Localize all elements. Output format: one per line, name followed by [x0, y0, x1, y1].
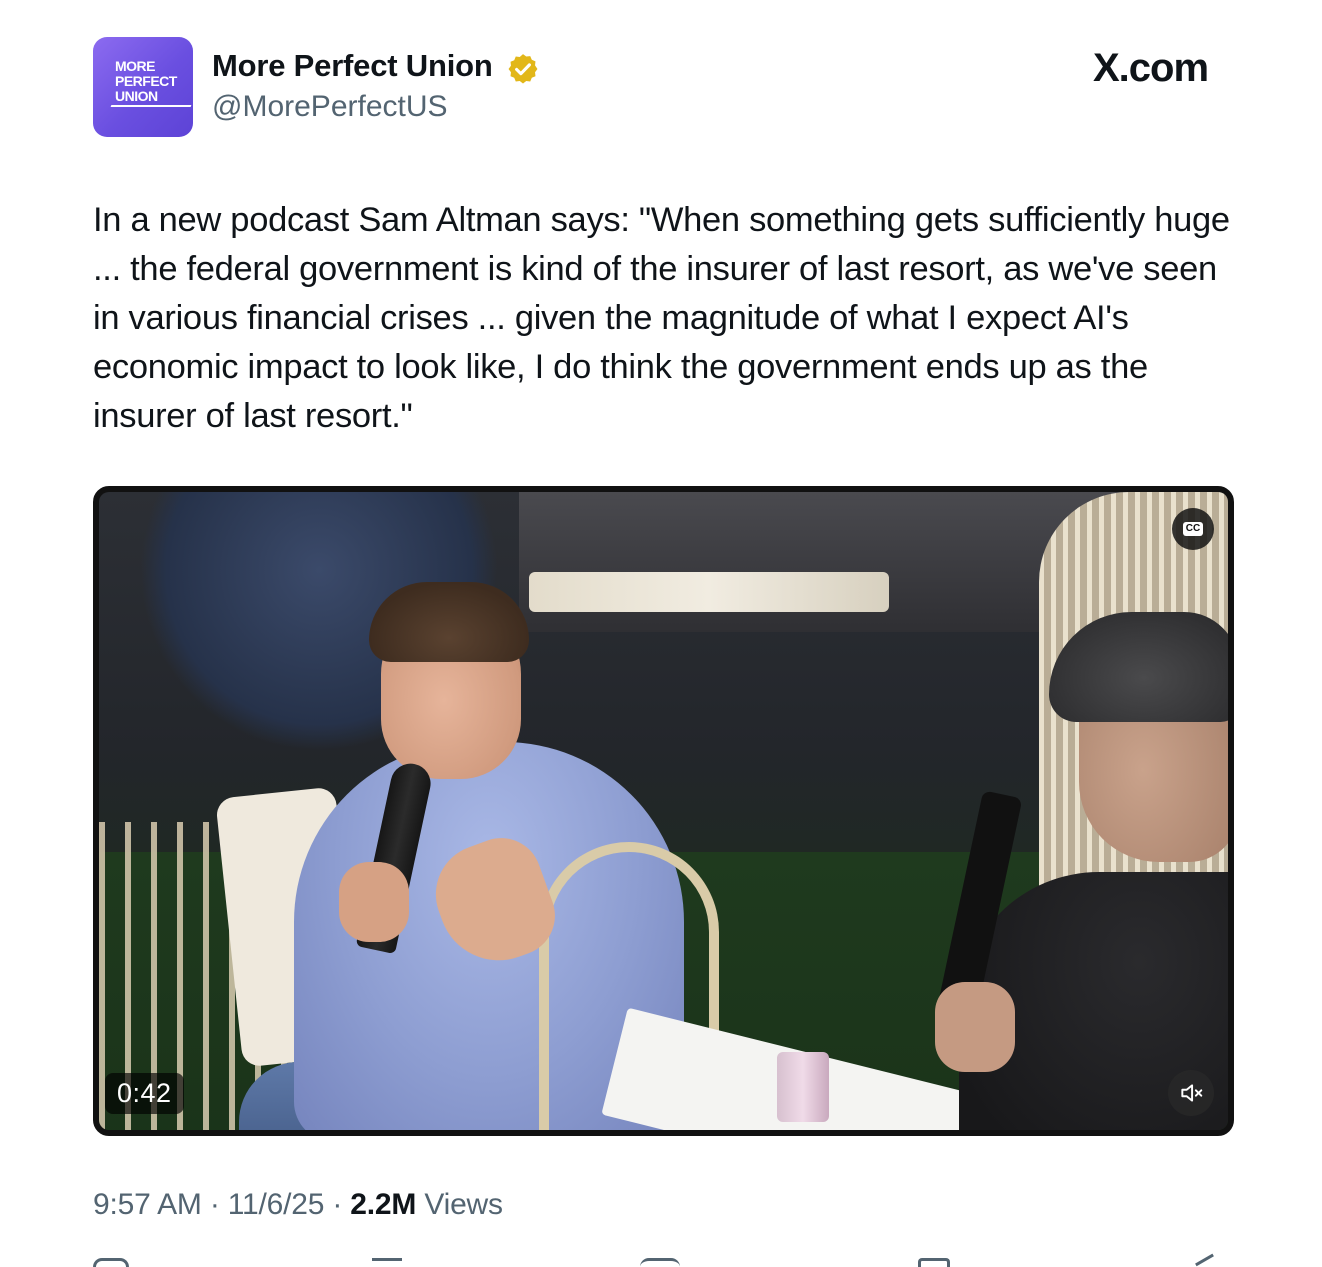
tweet-meta: 9:57 AM · 11/6/25 · 2.2M Views: [93, 1188, 503, 1222]
meta-separator-2: ·: [332, 1188, 343, 1221]
tweet-time[interactable]: 9:57 AM: [93, 1188, 202, 1221]
avatar-line-3: UNION: [115, 88, 158, 104]
avatar-line-2: PERFECT: [115, 73, 177, 89]
tweet-text: In a new podcast Sam Altman says: "When …: [93, 201, 1230, 435]
repost-icon[interactable]: [372, 1258, 402, 1267]
site-watermark: X.com: [1093, 46, 1209, 90]
avatar-underline: [110, 105, 192, 107]
like-icon[interactable]: [640, 1258, 680, 1267]
video-duration: 0:42: [105, 1073, 184, 1114]
action-bar: [0, 1253, 1322, 1267]
author-handle[interactable]: @MorePerfectUS: [212, 90, 448, 124]
verified-badge-icon: [508, 54, 538, 84]
video-player[interactable]: CC 0:42: [93, 486, 1234, 1136]
reply-icon[interactable]: [93, 1258, 129, 1267]
scene-can: [777, 1052, 829, 1122]
mute-button[interactable]: [1168, 1070, 1214, 1116]
author-name[interactable]: More Perfect Union: [212, 48, 493, 84]
speaker-hand-mic: [339, 862, 409, 942]
scene-table: [529, 572, 889, 612]
speaker-hair: [369, 582, 529, 662]
cc-icon: CC: [1182, 522, 1204, 536]
views-label: Views: [424, 1188, 503, 1221]
meta-separator: ·: [209, 1188, 220, 1221]
video-frame: [99, 492, 1228, 1130]
bookmark-icon[interactable]: [918, 1258, 950, 1267]
share-icon[interactable]: [1195, 1253, 1217, 1267]
interviewer-hand: [935, 982, 1015, 1072]
author-avatar[interactable]: MORE PERFECT UNION: [93, 37, 193, 137]
avatar-line-1: MORE: [115, 58, 156, 74]
tweet-screenshot: MORE PERFECT UNION More Perfect Union @M…: [0, 0, 1322, 1267]
speaker-muted-icon: [1181, 1084, 1203, 1102]
tweet-date[interactable]: 11/6/25: [228, 1188, 325, 1221]
views-count: 2.2M: [350, 1188, 417, 1221]
closed-captions-button[interactable]: CC: [1172, 508, 1214, 550]
avatar-logo-text: MORE PERFECT UNION: [115, 59, 185, 104]
